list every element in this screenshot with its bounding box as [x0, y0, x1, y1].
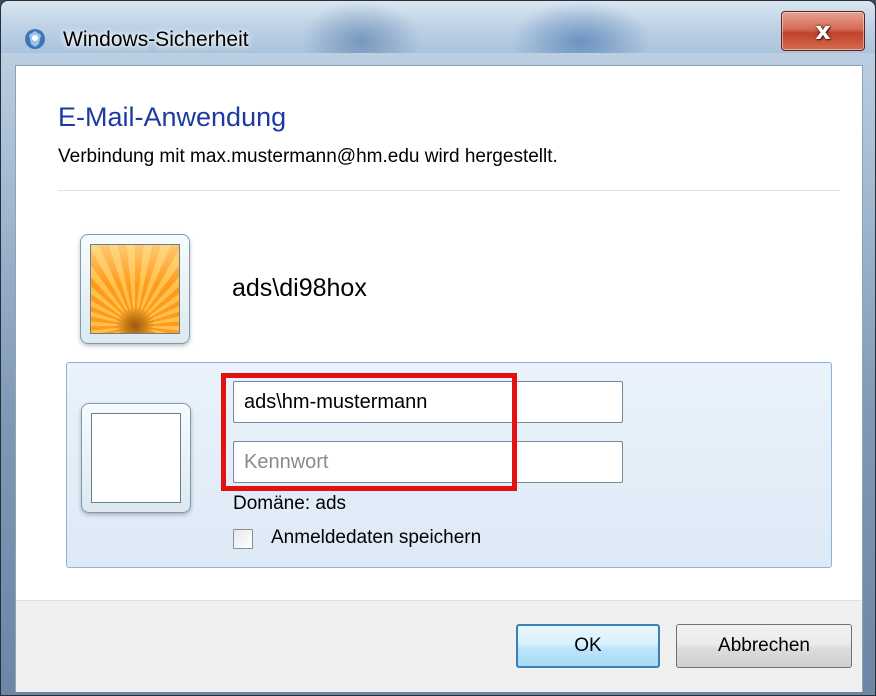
- windows-security-icon: [25, 29, 45, 49]
- password-input[interactable]: [233, 441, 623, 483]
- window-title: Windows-Sicherheit: [63, 28, 249, 51]
- close-button[interactable]: x: [781, 11, 865, 51]
- domain-label: Domäne: ads: [233, 493, 347, 514]
- button-bar: OK Abbrechen: [16, 600, 862, 692]
- page-title: E-Mail-Anwendung: [58, 102, 287, 132]
- ok-button[interactable]: OK: [516, 624, 660, 668]
- dialog-content: E-Mail-Anwendung Verbindung mit max.must…: [15, 65, 863, 692]
- connection-message: Verbindung mit max.mustermann@hm.edu wir…: [58, 146, 558, 167]
- credential-panel: Domäne: ads Anmeldedaten speichern: [66, 362, 832, 568]
- new-account-tile: [81, 403, 191, 513]
- saved-account-name[interactable]: ads\di98hox: [232, 274, 367, 303]
- remember-label[interactable]: Anmeldedaten speichern: [271, 527, 481, 549]
- divider: [58, 190, 840, 191]
- flower-user-tile-icon: [90, 244, 180, 334]
- username-input[interactable]: [233, 381, 623, 423]
- blank-user-tile-icon: [91, 413, 181, 503]
- title-bar[interactable]: Windows-Sicherheit x: [1, 1, 875, 53]
- cancel-button[interactable]: Abbrechen: [676, 624, 852, 668]
- saved-account-tile[interactable]: [80, 234, 190, 344]
- security-dialog: Windows-Sicherheit x E-Mail-Anwendung Ve…: [0, 0, 876, 696]
- remember-checkbox[interactable]: [233, 529, 253, 549]
